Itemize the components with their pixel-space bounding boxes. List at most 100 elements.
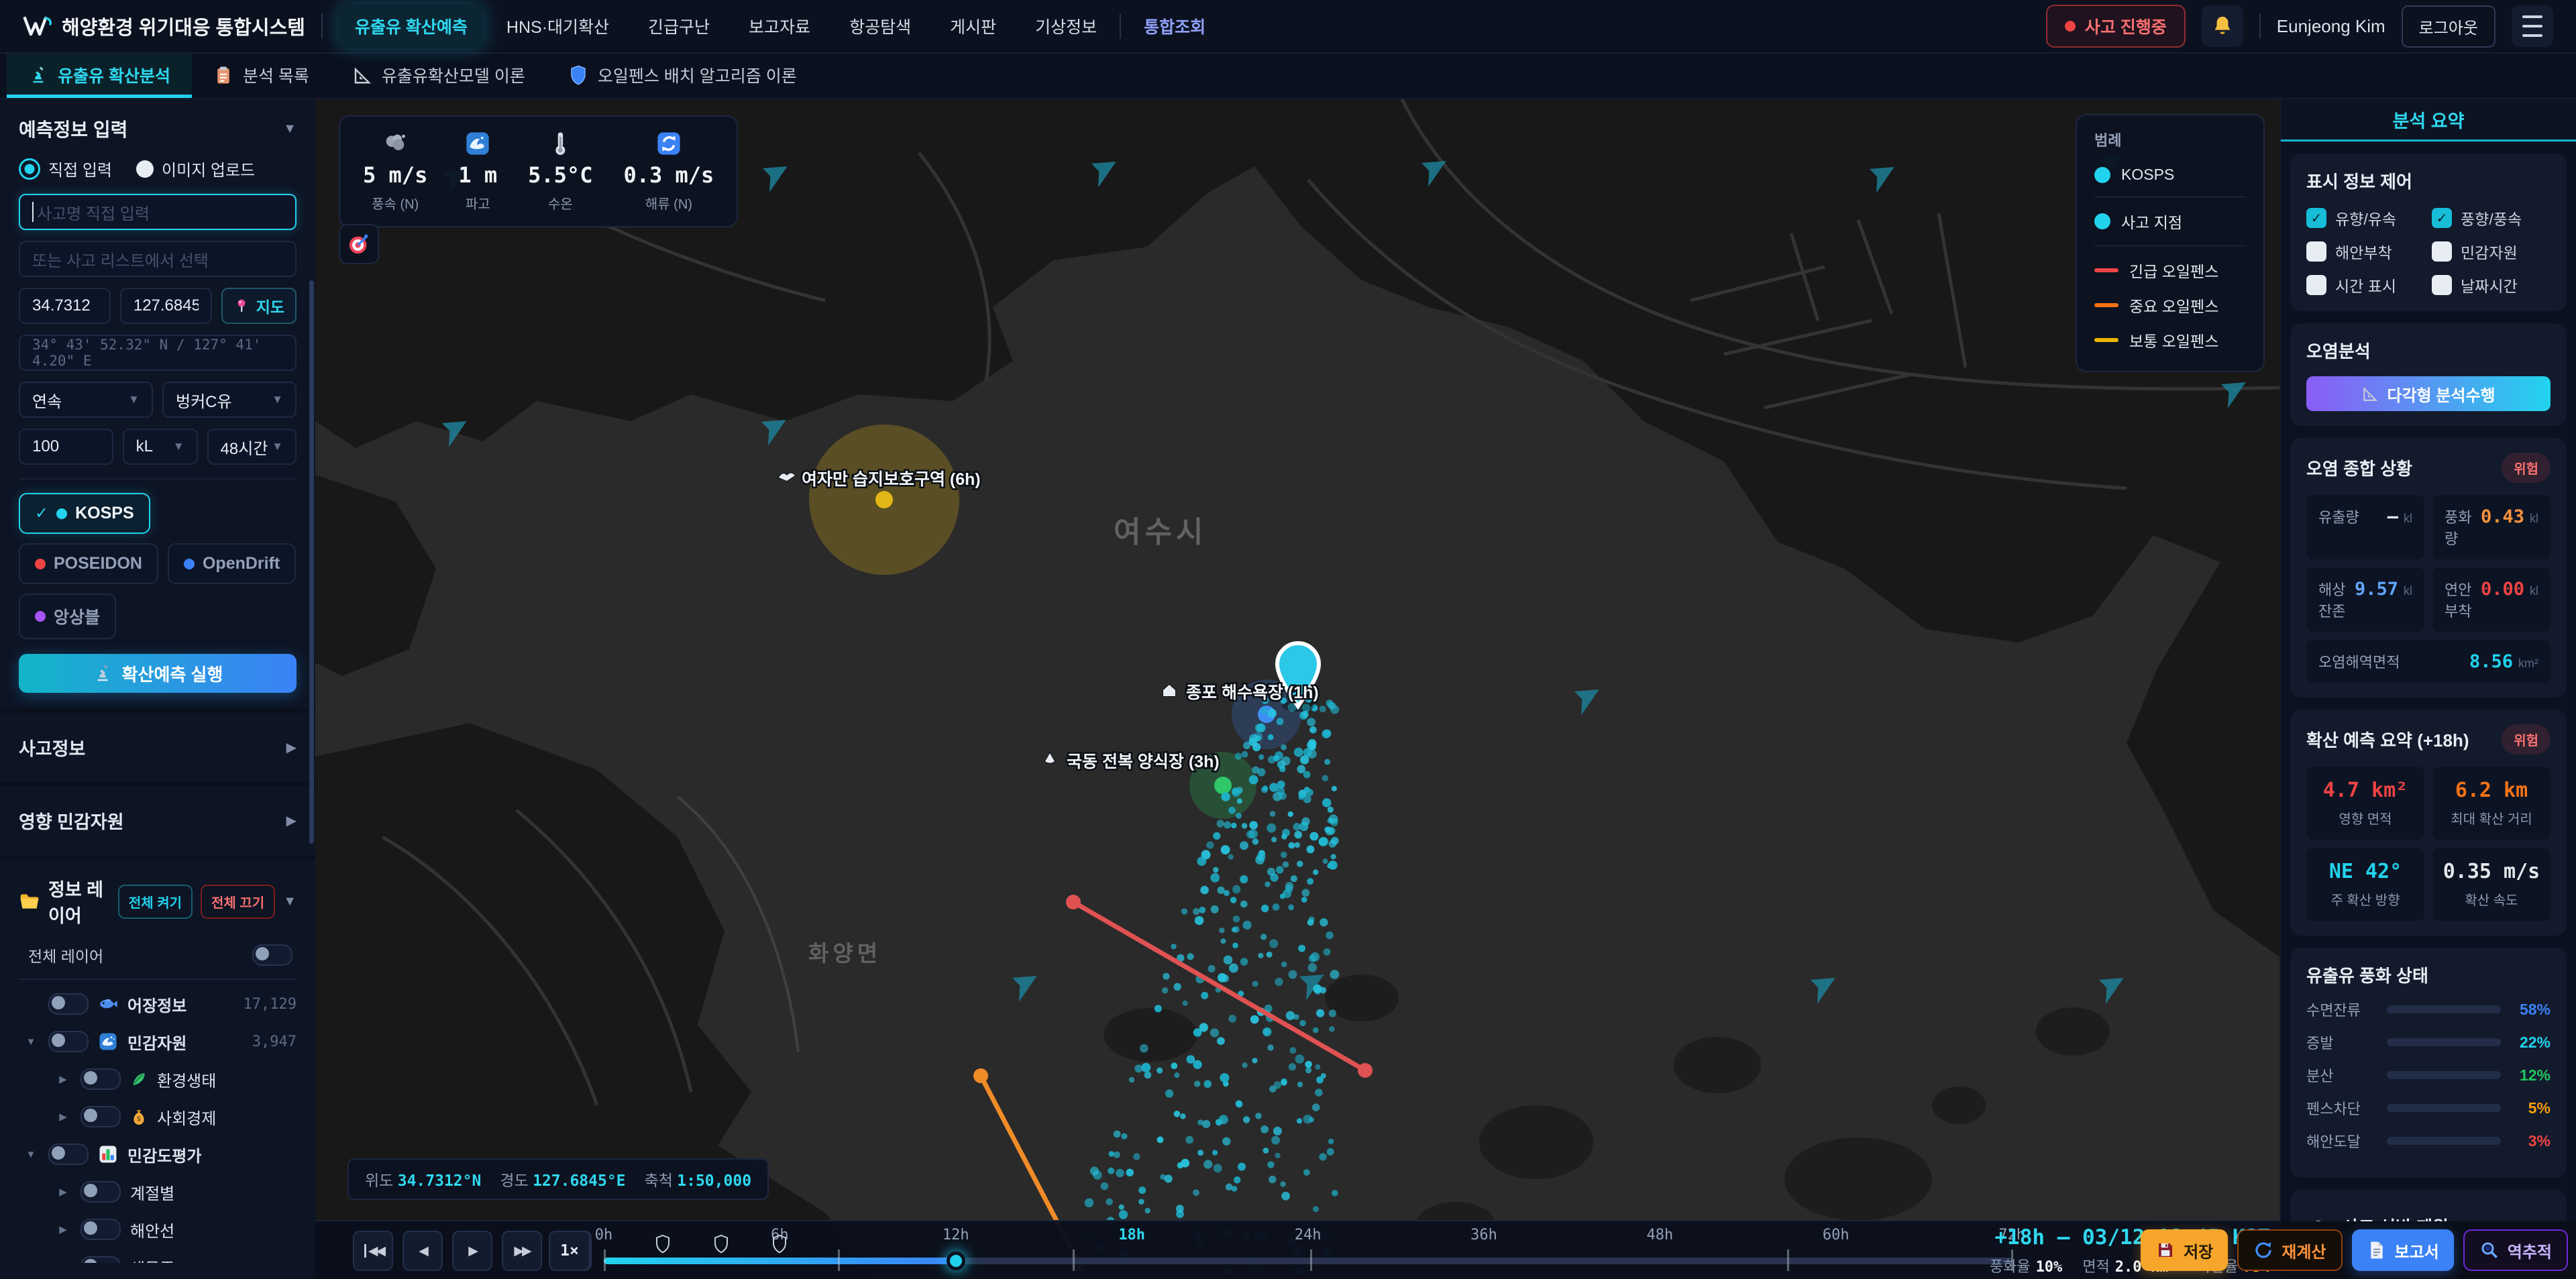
run-prediction-button[interactable]: 확산예측 실행 bbox=[19, 654, 297, 693]
layer-toggle[interactable] bbox=[80, 1256, 121, 1263]
notifications-button[interactable] bbox=[2202, 5, 2243, 47]
info-layers-section: 정보 레이어 전체 켜기 전체 끄기 ▼ 전체 레이어 어장정보17,129▼민… bbox=[0, 859, 315, 1279]
weather-value: 0.3 m/s bbox=[623, 162, 714, 188]
weathering-bar-row: 분산12% bbox=[2306, 1064, 2551, 1086]
latitude-field[interactable] bbox=[19, 288, 111, 324]
model-chip-POSEIDON[interactable]: POSEIDON bbox=[19, 543, 158, 584]
layer-toggle[interactable] bbox=[80, 1181, 121, 1203]
all-layers-off-button[interactable]: 전체 끄기 bbox=[201, 885, 275, 919]
fence-event-marker-icon[interactable] bbox=[714, 1235, 729, 1254]
pick-on-map-button[interactable]: 지도 bbox=[221, 288, 297, 324]
all-layers-on-button[interactable]: 전체 켜기 bbox=[118, 885, 193, 919]
fast-forward-button[interactable]: ▶▶ bbox=[502, 1231, 542, 1271]
duration-select[interactable]: 48시간▼ bbox=[207, 429, 297, 465]
fence-event-marker-icon[interactable] bbox=[655, 1235, 670, 1254]
model-chip-KOSPS[interactable]: ✓KOSPS bbox=[19, 493, 150, 534]
group-caret-icon[interactable]: ▼ bbox=[23, 1149, 39, 1160]
coordinate-readout: 위도 34.7312°N 경도 127.6845°E 축척 1:50,000 bbox=[347, 1158, 769, 1200]
display-option-해안부착[interactable]: 해안부착 bbox=[2306, 240, 2425, 263]
chevron-right-icon: ▸ bbox=[2534, 1219, 2551, 1221]
map-place-label: 여수시 bbox=[1114, 516, 1207, 549]
child-caret-icon[interactable]: ▶ bbox=[55, 1261, 71, 1263]
collapse-caret-icon[interactable]: ▼ bbox=[283, 121, 297, 137]
layer-toggle[interactable] bbox=[80, 1219, 121, 1240]
timeline-tick-0h[interactable]: 0h bbox=[595, 1227, 613, 1243]
incident-name-input[interactable]: 사고명 직접 입력 bbox=[19, 194, 297, 230]
amount-field[interactable] bbox=[19, 429, 113, 465]
spill-type-select[interactable]: 연속▼ bbox=[19, 382, 153, 418]
radio-icon bbox=[136, 160, 154, 178]
layer-toggle[interactable] bbox=[80, 1068, 121, 1090]
action-재계산-button[interactable]: 재계산 bbox=[2237, 1229, 2342, 1271]
action-보고서-button[interactable]: 보고서 bbox=[2352, 1229, 2454, 1271]
step-back-button[interactable]: ◀ bbox=[402, 1231, 443, 1271]
sidebar-scrollbar[interactable] bbox=[309, 280, 314, 844]
input-mode-radio-1[interactable]: 직접 입력 bbox=[19, 157, 112, 180]
nav-item-4[interactable]: 보고자료 bbox=[733, 4, 826, 48]
legend-fence-item: 중요 오일펜스 bbox=[2094, 288, 2246, 323]
timeline-tick-24h[interactable]: 24h bbox=[1295, 1227, 1322, 1243]
child-caret-icon[interactable]: ▶ bbox=[55, 1186, 71, 1198]
fence-event-marker-icon[interactable] bbox=[772, 1235, 787, 1254]
collapse-caret-icon[interactable]: ▼ bbox=[283, 894, 297, 909]
recenter-button[interactable] bbox=[339, 224, 379, 264]
nav-item-2[interactable]: HNS·대기확산 bbox=[490, 4, 625, 48]
display-option-날짜시간[interactable]: 날짜시간 bbox=[2432, 274, 2551, 296]
layer-toggle[interactable] bbox=[48, 1031, 89, 1052]
layer-toggle[interactable] bbox=[48, 1144, 89, 1165]
master-layer-toggle[interactable] bbox=[252, 944, 292, 966]
model-chip-OpenDrift[interactable]: OpenDrift bbox=[168, 543, 296, 584]
child-caret-icon[interactable]: ▶ bbox=[55, 1073, 71, 1085]
oil-type-select[interactable]: 벙커C유▼ bbox=[162, 382, 297, 418]
display-option-유향/유속[interactable]: ✓유향/유속 bbox=[2306, 207, 2425, 229]
nav-item-8[interactable]: 통합조회 bbox=[1128, 4, 1222, 48]
timeline-tick-18h[interactable]: 18h bbox=[1118, 1227, 1145, 1243]
model-chip-앙상블[interactable]: 앙상블 bbox=[19, 594, 116, 639]
action-역추적-button[interactable]: 역추적 bbox=[2463, 1229, 2568, 1271]
tab-2[interactable]: 분석 목록 bbox=[192, 52, 331, 98]
tab-1[interactable]: 유출유 확산분석 bbox=[7, 52, 192, 98]
nav-item-3[interactable]: 긴급구난 bbox=[632, 4, 726, 48]
sidebar-section-incident-info[interactable]: 사고정보 ▶ bbox=[0, 713, 315, 782]
display-option-풍향/풍속[interactable]: ✓풍향/풍속 bbox=[2432, 207, 2551, 229]
input-mode-radio-2[interactable]: 이미지 업로드 bbox=[136, 157, 255, 180]
pollution-stat: 풍화량0.43kl bbox=[2432, 495, 2551, 559]
logout-button[interactable]: 로그아웃 bbox=[2402, 5, 2496, 48]
nav-item-7[interactable]: 기상정보 bbox=[1019, 4, 1113, 48]
tab-4[interactable]: 오일펜스 배치 알고리즘 이론 bbox=[547, 52, 818, 98]
polygon-analysis-button[interactable]: 다각형 분석수행 bbox=[2306, 376, 2551, 411]
timeline-tick-36h[interactable]: 36h bbox=[1470, 1227, 1497, 1243]
ruler-icon bbox=[352, 65, 372, 85]
child-caret-icon[interactable]: ▶ bbox=[55, 1111, 71, 1123]
unit-select[interactable]: kL▼ bbox=[123, 429, 198, 465]
playback-speed-button[interactable]: 1× bbox=[549, 1231, 590, 1271]
display-option-시간 표시[interactable]: 시간 표시 bbox=[2306, 274, 2425, 296]
weathering-bar-row: 수면잔류58% bbox=[2306, 999, 2551, 1020]
display-option-민감자원[interactable]: 민감자원 bbox=[2432, 240, 2551, 263]
skip-start-button[interactable]: ◀◀ bbox=[353, 1231, 393, 1271]
action-저장-button[interactable]: 저장 bbox=[2141, 1229, 2228, 1271]
app-title: 해양환경 위기대응 통합시스템 bbox=[62, 12, 305, 40]
child-caret-icon[interactable]: ▶ bbox=[55, 1223, 71, 1235]
nav-item-5[interactable]: 항공탐색 bbox=[833, 4, 927, 48]
timeline-tick-48h[interactable]: 48h bbox=[1647, 1227, 1674, 1243]
wave-height-icon bbox=[464, 130, 491, 157]
tab-3[interactable]: 유출유확산모델 이론 bbox=[331, 52, 547, 98]
collapsed-card-1[interactable]: 사고 선박 제원▸ bbox=[2290, 1190, 2567, 1221]
layer-child-row: ▶계절별 bbox=[19, 1173, 297, 1211]
timeline-track[interactable] bbox=[604, 1258, 2012, 1264]
layer-toggle[interactable] bbox=[48, 993, 89, 1015]
nav-item-6[interactable]: 게시판 bbox=[934, 4, 1012, 48]
timeline-tick-12h[interactable]: 12h bbox=[943, 1227, 969, 1243]
menu-button[interactable] bbox=[2512, 5, 2553, 47]
sidebar-section-sensitive-resources[interactable]: 영향 민감자원 ▶ bbox=[0, 786, 315, 855]
layer-toggle[interactable] bbox=[80, 1106, 121, 1127]
timeline-thumb[interactable] bbox=[947, 1252, 965, 1270]
timeline-tick-60h[interactable]: 60h bbox=[1823, 1227, 1849, 1243]
group-caret-icon[interactable]: ▼ bbox=[23, 1036, 39, 1048]
map-canvas[interactable]: 여수시화양면여자만 습지보호구역 (6h)종포 해수욕장 (1h)국동 전복 양… bbox=[315, 99, 2281, 1279]
incident-list-input[interactable]: 또는 사고 리스트에서 선택 bbox=[19, 241, 297, 277]
nav-item-1[interactable]: 유출유 확산예측 bbox=[339, 4, 484, 48]
play-button[interactable]: ▶ bbox=[452, 1231, 492, 1271]
longitude-field[interactable] bbox=[120, 288, 212, 324]
